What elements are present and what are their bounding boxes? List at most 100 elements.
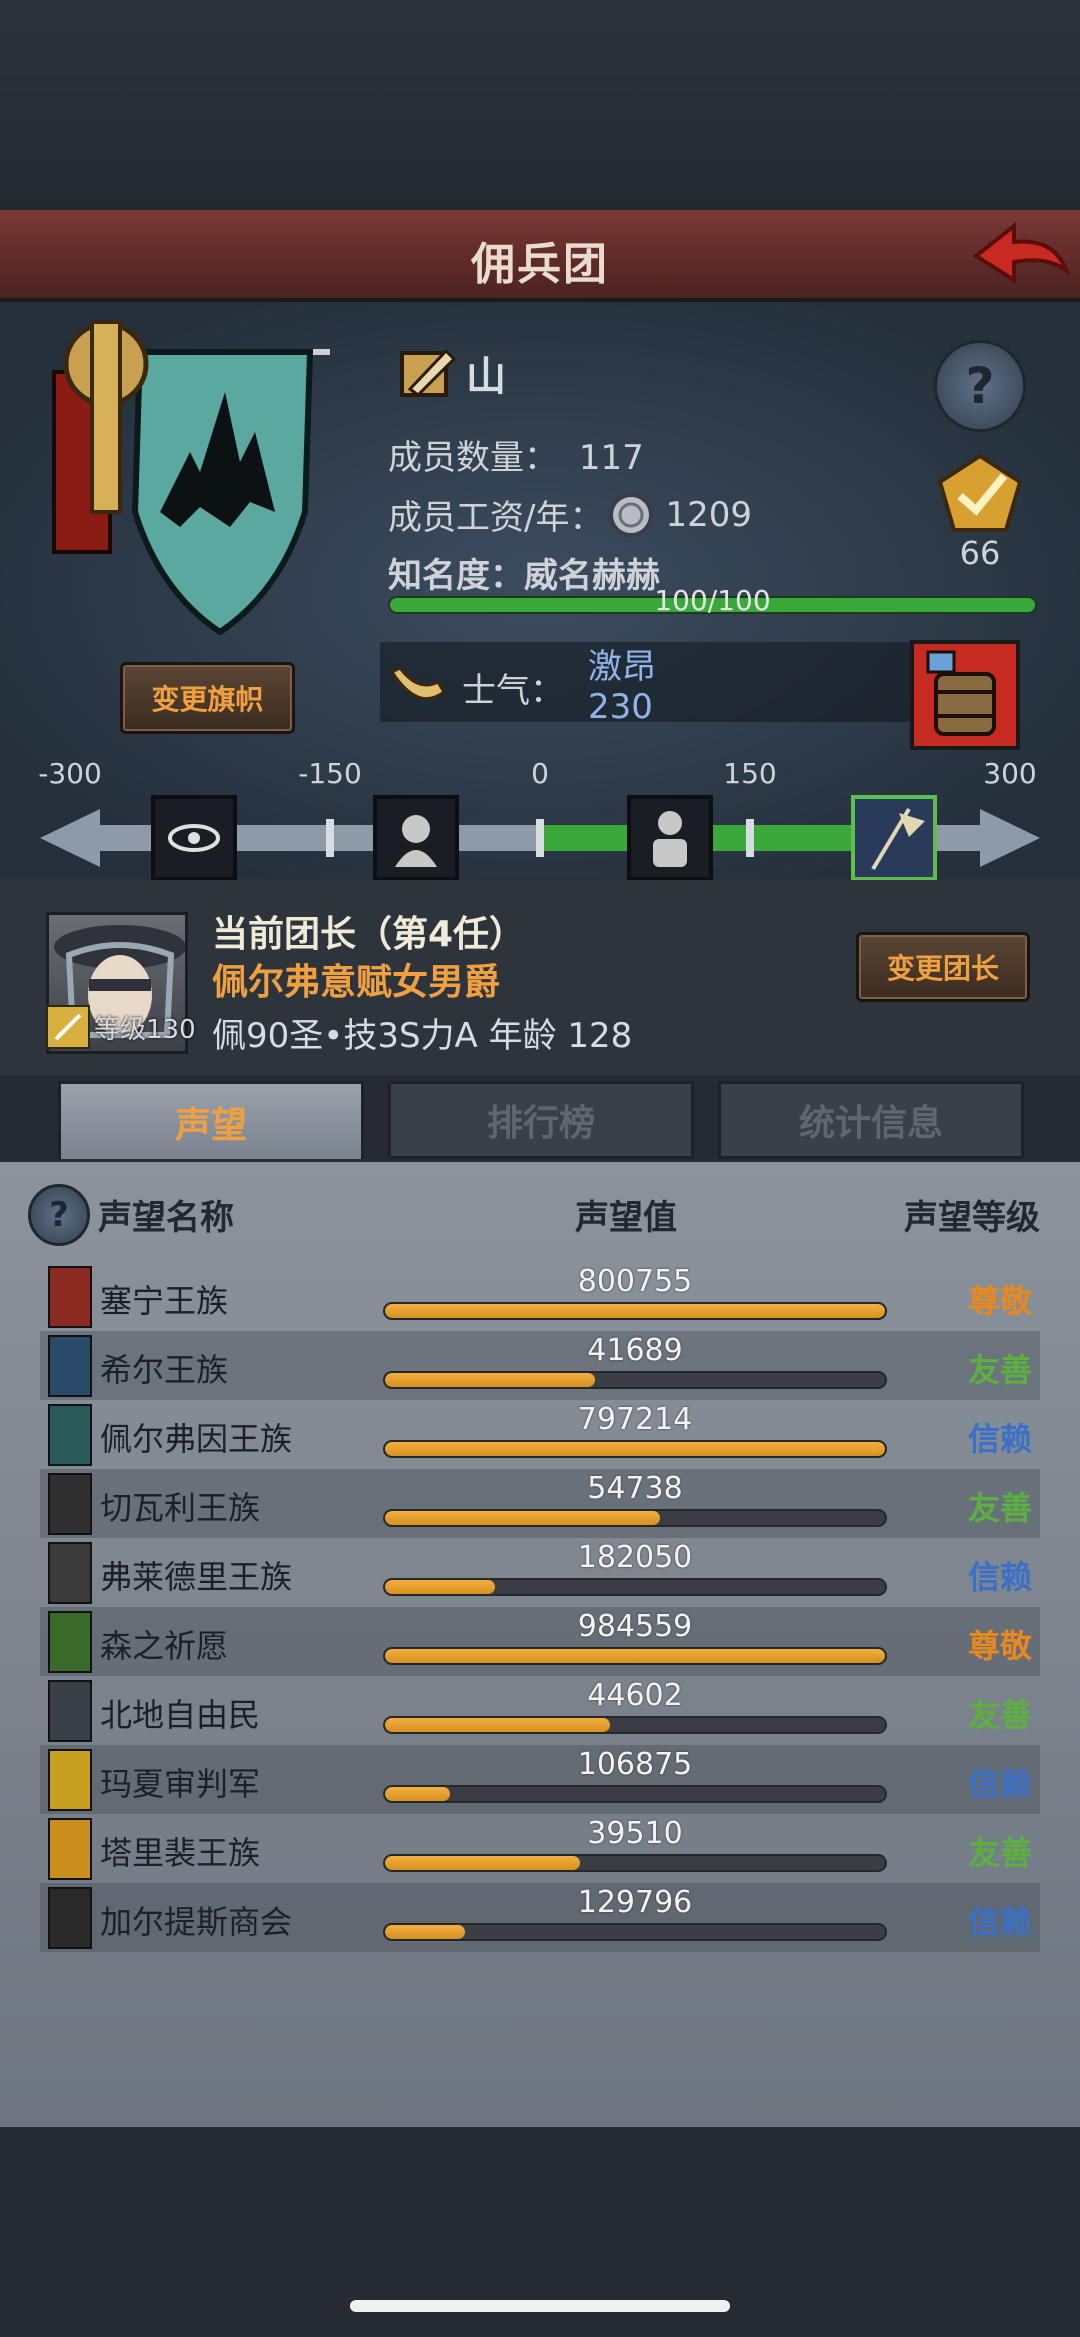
table-row[interactable]: 玛夏审判军 106875 信赖 — [40, 1745, 1040, 1814]
table-row[interactable]: 切瓦利王族 54738 友善 — [40, 1469, 1040, 1538]
scale-right-arrow — [980, 809, 1040, 867]
scale-left-arrow — [40, 809, 100, 867]
morale-row: 士气： 激昂 230 — [388, 647, 656, 727]
company-banner[interactable] — [40, 312, 340, 652]
morale-state: 激昂 — [588, 647, 656, 687]
mood-icon-fearful[interactable] — [373, 795, 459, 881]
faction-crest-icon — [48, 1335, 92, 1397]
scale-tick-mark — [746, 819, 754, 857]
reputation-bar — [385, 1925, 885, 1939]
faction-crest-icon — [48, 1680, 92, 1742]
reputation-help-button[interactable]: ? — [28, 1184, 90, 1246]
mood-icon-terrified[interactable] — [151, 795, 237, 881]
reputation-bar-fill — [385, 1511, 660, 1525]
reputation-level: 信赖 — [967, 1420, 1032, 1458]
scale-tick-mark — [326, 819, 334, 857]
achievement-badge[interactable]: 66 — [930, 452, 1030, 572]
faction-name: 希尔王族 — [100, 1351, 229, 1389]
reputation-bar — [385, 1442, 885, 1456]
table-row[interactable]: 弗莱德里王族 182050 信赖 — [40, 1538, 1040, 1607]
mood-icon-calm[interactable] — [627, 795, 713, 881]
company-name-row: 山 — [398, 344, 506, 402]
col-level-header: 声望等级 — [904, 1198, 1040, 1238]
home-indicator[interactable] — [350, 2300, 730, 2312]
company-panel: 变更旗帜 山 ? 成员数量： 117 成员工资/年： 1209 知名度：威名赫赫… — [0, 302, 1080, 881]
faction-crest-icon — [48, 1818, 92, 1880]
members-value: 117 — [578, 438, 644, 478]
reputation-bar — [385, 1580, 885, 1594]
mood-icon-excited[interactable] — [851, 795, 937, 881]
faction-name: 塞宁王族 — [100, 1282, 229, 1320]
faction-crest-icon — [48, 1542, 92, 1604]
reputation-bar-fill — [385, 1442, 885, 1456]
morale-boost-button[interactable] — [910, 640, 1020, 750]
reputation-bar-fill — [385, 1304, 885, 1318]
reputation-level: 友善 — [967, 1489, 1032, 1527]
reputation-bar — [385, 1511, 885, 1525]
table-row[interactable]: 希尔王族 41689 友善 — [40, 1331, 1040, 1400]
flag-icon — [52, 320, 330, 636]
scale-tick-label: 0 — [531, 757, 549, 790]
scale-tick-mark — [536, 819, 544, 857]
checkmark-badge-icon — [937, 453, 1023, 532]
leader-info: 佩90圣•技3S力A 年龄 128 — [212, 1016, 633, 1056]
reputation-bar — [385, 1787, 885, 1801]
tab-statistics[interactable]: 统计信息 — [718, 1081, 1024, 1159]
table-row[interactable]: 森之祈愿 984559 尊敬 — [40, 1607, 1040, 1676]
tab-ranking[interactable]: 排行榜 — [388, 1081, 694, 1159]
edit-name-icon[interactable] — [398, 345, 458, 401]
badge-count: 66 — [959, 534, 1001, 572]
reputation-bar-fill — [385, 1649, 885, 1663]
salary-label: 成员工资/年： — [388, 498, 604, 538]
scale-tick-label: 150 — [723, 757, 777, 790]
reputation-bar — [385, 1373, 885, 1387]
reputation-value: 182050 — [577, 1540, 693, 1575]
tab-bar: 声望 排行榜 统计信息 — [0, 1075, 1080, 1165]
faction-name: 切瓦利王族 — [100, 1489, 261, 1527]
leader-name: 佩尔弗意赋女男爵 — [212, 962, 501, 1003]
banner-charge-icon — [871, 807, 925, 871]
change-leader-button[interactable]: 变更团长 — [856, 932, 1030, 1002]
fame-progress-bar: 100/100 — [390, 584, 1035, 617]
table-row[interactable]: 塞宁王族 800755 尊敬 — [40, 1262, 1040, 1331]
crossed-arms-icon — [653, 811, 687, 867]
back-button[interactable] — [970, 218, 1071, 294]
table-row[interactable]: 加尔提斯商会 129796 信赖 — [40, 1883, 1040, 1952]
faction-crest-icon — [48, 1611, 92, 1673]
reputation-bar — [385, 1304, 885, 1318]
reputation-bar-fill — [385, 1718, 610, 1732]
faction-crest-icon — [48, 1887, 92, 1949]
reputation-bar — [385, 1649, 885, 1663]
question-icon: ? — [965, 357, 995, 415]
reputation-level: 信赖 — [967, 1558, 1032, 1596]
table-row[interactable]: 北地自由民 44602 友善 — [40, 1676, 1040, 1745]
hooded-figure-icon — [395, 815, 437, 867]
col-name-header: 声望名称 — [98, 1198, 234, 1238]
company-name: 山 — [466, 354, 506, 400]
reputation-bar — [385, 1856, 885, 1870]
reputation-header: ? 声望名称 声望值 声望等级 — [0, 1170, 1080, 1266]
table-row[interactable]: 塔里裴王族 39510 友善 — [40, 1814, 1040, 1883]
reputation-bar-fill — [385, 1856, 580, 1870]
table-row[interactable]: 佩尔弗因王族 797214 信赖 — [40, 1400, 1040, 1469]
reputation-level: 友善 — [967, 1696, 1032, 1734]
morale-value: 230 — [588, 687, 653, 727]
faction-name: 森之祈愿 — [100, 1627, 229, 1665]
faction-name: 玛夏审判军 — [100, 1765, 261, 1803]
title-bar: 佣兵团 — [0, 210, 1080, 302]
change-flag-button[interactable]: 变更旗帜 — [120, 662, 295, 734]
morale-label: 士气： — [462, 670, 564, 711]
reputation-level: 尊敬 — [967, 1627, 1032, 1665]
sword-class-icon — [46, 1005, 90, 1049]
reputation-value: 800755 — [577, 1264, 693, 1299]
faction-name: 弗莱德里王族 — [100, 1558, 293, 1596]
reputation-level: 信赖 — [967, 1903, 1032, 1941]
leader-level: 等级130 — [46, 1002, 196, 1052]
reputation-bar-fill — [385, 1580, 495, 1594]
leader-level-text: 等级130 — [94, 1014, 196, 1045]
scale-tick-label: -150 — [298, 757, 362, 790]
help-button[interactable]: ? — [934, 340, 1026, 432]
horn-icon — [389, 666, 446, 701]
reputation-value: 129796 — [577, 1885, 693, 1920]
tab-reputation[interactable]: 声望 — [58, 1081, 364, 1159]
